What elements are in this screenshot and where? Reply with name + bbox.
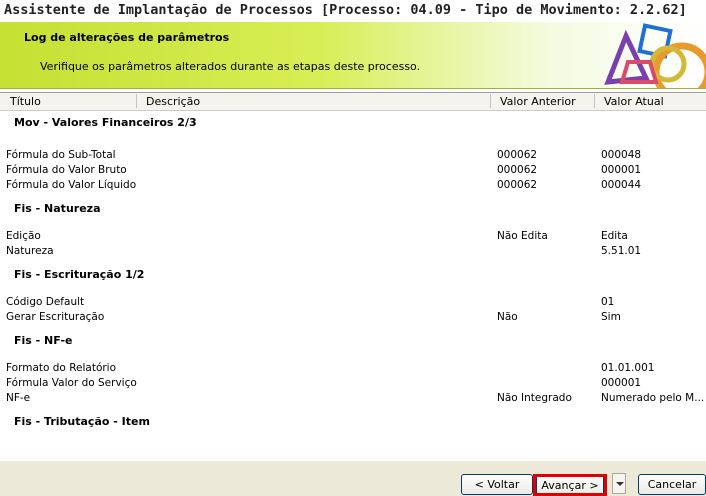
cell-anterior: Não	[497, 311, 518, 323]
cell-titulo: Fórmula Valor do Serviço	[6, 377, 137, 389]
banner-heading: Log de alterações de parâmetros	[24, 31, 230, 44]
cell-atual: 01.01.001	[601, 362, 655, 374]
wizard-logo-icon	[604, 23, 706, 88]
cancel-button[interactable]: Cancelar	[638, 474, 706, 495]
grid-header: Título Descrição Valor Anterior Valor At…	[0, 93, 706, 111]
cancel-button-label: Cancelar	[647, 478, 697, 491]
column-header-atual[interactable]: Valor Atual	[604, 95, 664, 108]
group-header[interactable]: Fis - Escrituração 1/2	[0, 267, 706, 282]
window-title: Assistente de Implantação de Processos […	[4, 2, 687, 18]
cell-anterior: 000062	[497, 164, 538, 176]
group-header[interactable]: Fis - Natureza	[0, 201, 706, 216]
table-row[interactable]: Fórmula do Valor Líquido 000062 000044	[0, 178, 706, 193]
column-divider[interactable]	[594, 94, 595, 108]
column-divider[interactable]	[136, 94, 137, 108]
cell-titulo: Formato do Relatório	[6, 362, 117, 374]
chevron-down-icon[interactable]	[612, 473, 626, 494]
window-title-bar: Assistente de Implantação de Processos […	[0, 0, 706, 23]
column-divider[interactable]	[490, 94, 491, 108]
table-row[interactable]: NF-e Não Integrado Numerado pelo M...	[0, 391, 706, 406]
cell-atual: Numerado pelo M...	[601, 392, 705, 404]
banner-subtitle: Verifique os parâmetros alterados durant…	[40, 60, 421, 73]
column-header-anterior[interactable]: Valor Anterior	[500, 95, 576, 108]
cell-titulo: Fórmula do Sub-Total	[6, 149, 116, 161]
cell-atual: Sim	[601, 311, 621, 323]
cell-titulo: Código Default	[6, 296, 85, 308]
table-row[interactable]: Fórmula Valor do Serviço 000001	[0, 376, 706, 391]
column-header-descricao[interactable]: Descrição	[146, 95, 200, 108]
table-row[interactable]: Fórmula do Sub-Total 000062 000048	[0, 148, 706, 163]
cell-atual: Edita	[601, 230, 628, 242]
back-button-label: < Voltar	[474, 478, 520, 491]
cell-atual: 01	[601, 296, 615, 308]
group-header[interactable]: Mov - Valores Financeiros 2/3	[0, 115, 706, 130]
cell-atual: 000044	[601, 179, 642, 191]
cell-titulo: Edição	[6, 230, 41, 242]
cell-atual: 000001	[601, 164, 642, 176]
group-header[interactable]: Fis - NF-e	[0, 333, 706, 348]
cell-anterior: 000062	[497, 149, 538, 161]
table-row[interactable]: Natureza 5.51.01	[0, 244, 706, 259]
cell-atual: 000001	[601, 377, 642, 389]
cell-titulo: Gerar Escrituração	[6, 311, 105, 323]
parameters-log-grid[interactable]: Título Descrição Valor Anterior Valor At…	[0, 92, 706, 462]
cell-atual: 000048	[601, 149, 642, 161]
table-row[interactable]: Fórmula do Valor Bruto 000062 000001	[0, 163, 706, 178]
cell-anterior: Não Integrado	[497, 392, 572, 404]
grid-body: Mov - Valores Financeiros 2/3 Fórmula do…	[0, 115, 706, 429]
cell-anterior: Não Edita	[497, 230, 548, 242]
cell-titulo: Fórmula do Valor Líquido	[6, 179, 137, 191]
cell-atual: 5.51.01	[601, 245, 642, 257]
cell-titulo: NF-e	[6, 392, 31, 404]
highlight-box	[533, 474, 607, 496]
back-button[interactable]: < Voltar	[461, 474, 533, 495]
cell-titulo: Fórmula do Valor Bruto	[6, 164, 127, 176]
column-header-titulo[interactable]: Título	[10, 95, 41, 108]
cell-anterior: 000062	[497, 179, 538, 191]
table-row[interactable]: Edição Não Edita Edita	[0, 229, 706, 244]
table-row[interactable]: Gerar Escrituração Não Sim	[0, 310, 706, 325]
table-row[interactable]: Código Default 01	[0, 295, 706, 310]
cell-titulo: Natureza	[6, 245, 54, 257]
table-row[interactable]: Formato do Relatório 01.01.001	[0, 361, 706, 376]
group-header[interactable]: Fis - Tributação - Item	[0, 414, 706, 429]
